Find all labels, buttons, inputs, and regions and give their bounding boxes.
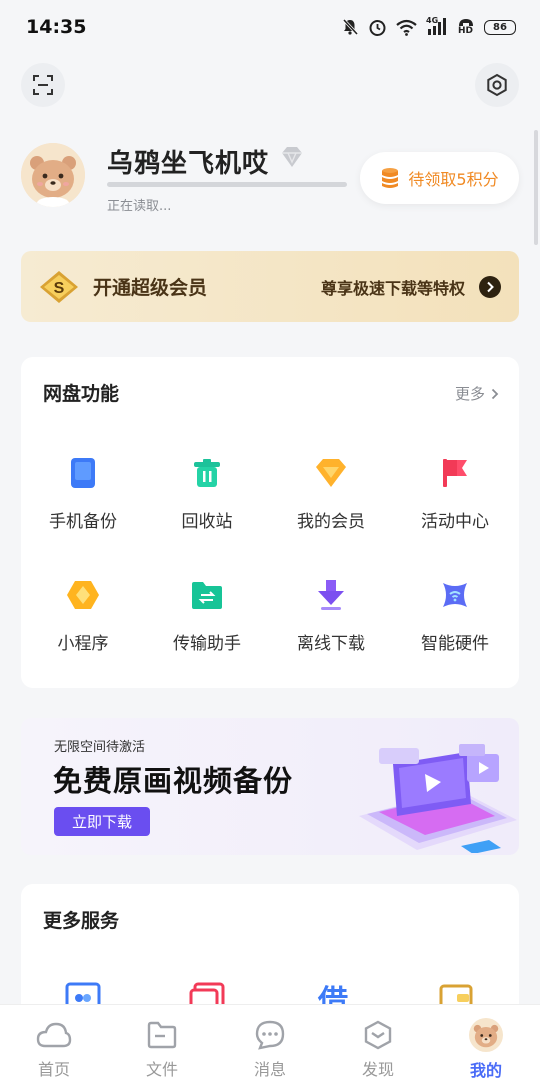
membership-icon <box>313 455 349 491</box>
claim-points-label: 待领取5积分 <box>408 170 499 189</box>
super-vip-badge-icon: S <box>40 270 78 303</box>
video-laptop-illustration-icon <box>359 744 517 853</box>
services-title: 更多服务 <box>43 910 120 932</box>
loading-status: 正在读取... <box>107 199 172 214</box>
tab-label: 消息 <box>253 1060 286 1079</box>
scan-button[interactable] <box>21 63 65 107</box>
mini-program-icon <box>65 577 101 613</box>
vip-arrow-icon <box>479 275 501 298</box>
cloud-icon <box>36 1019 72 1050</box>
claim-points-button[interactable]: 待领取5积分 <box>360 152 519 204</box>
status-icons: 4G HD 86 <box>341 16 516 37</box>
diamond-icon[interactable] <box>279 145 305 169</box>
feature-transfer-assistant[interactable]: 传输助手 <box>145 577 269 667</box>
tab-label: 首页 <box>37 1060 70 1079</box>
feature-label: 我的会员 <box>297 512 365 532</box>
gear-icon <box>487 73 507 97</box>
features-card: 网盘功能 更多 手机备份 回收站 我的会员 活动中心 小程序 传输助手 离线下载… <box>21 357 519 688</box>
promo-title: 免费原画视频备份 <box>53 764 294 798</box>
vip-banner[interactable]: S 开通超级会员 尊享极速下载等特权 <box>21 251 519 322</box>
feature-recycle-bin[interactable]: 回收站 <box>145 455 269 545</box>
feature-label: 离线下载 <box>297 634 365 654</box>
feature-membership[interactable]: 我的会员 <box>269 455 393 545</box>
tab-home[interactable]: 首页 <box>0 1005 108 1080</box>
signal-bars-icon <box>428 18 446 35</box>
feature-activity-center[interactable]: 活动中心 <box>393 455 517 545</box>
storage-progress-fill <box>107 182 347 187</box>
status-bar: 14:35 4G HD 86 <box>0 0 540 54</box>
feature-label: 传输助手 <box>173 634 241 654</box>
hd-label: HD <box>458 26 474 36</box>
feature-phone-backup[interactable]: 手机备份 <box>21 455 145 545</box>
chevron-right-icon <box>491 388 499 399</box>
username[interactable]: 乌鸦坐飞机哎 <box>107 143 269 180</box>
promo-subtitle: 无限空间待激活 <box>54 740 146 755</box>
wifi-icon <box>396 19 417 36</box>
recycle-bin-icon <box>189 455 225 491</box>
folder-icon <box>147 1019 177 1050</box>
vip-subtitle: 尊享极速下载等特权 <box>320 278 465 298</box>
mute-bell-icon <box>342 18 359 36</box>
more-label: 更多 <box>454 385 485 403</box>
feature-label: 回收站 <box>181 512 233 532</box>
discover-icon <box>363 1019 393 1050</box>
chevron-right-icon <box>487 281 494 292</box>
feature-label: 智能硬件 <box>421 634 489 654</box>
download-now-button[interactable]: 立即下载 <box>54 807 150 836</box>
settings-button[interactable] <box>475 63 519 107</box>
tab-me[interactable]: 我的 <box>432 1005 540 1080</box>
feature-label: 手机备份 <box>49 512 117 532</box>
phone-backup-icon <box>65 455 101 491</box>
feature-mini-program[interactable]: 小程序 <box>21 577 145 667</box>
tab-label: 文件 <box>145 1060 178 1079</box>
feature-smart-hardware[interactable]: 智能硬件 <box>393 577 517 667</box>
tab-messages[interactable]: 消息 <box>216 1005 324 1080</box>
feature-label: 活动中心 <box>421 512 489 532</box>
bottom-tab-bar: 首页 文件 消息 发现 我的 <box>0 1004 540 1080</box>
signal-indicator: 4G <box>426 16 448 36</box>
transfer-folder-icon <box>189 577 225 613</box>
features-title: 网盘功能 <box>43 383 120 405</box>
alarm-icon <box>369 19 386 36</box>
profile-section: 乌鸦坐飞机哎 正在读取... 待领取5积分 <box>21 143 519 214</box>
bear-avatar-icon <box>469 1018 503 1052</box>
bear-avatar-icon <box>21 143 85 207</box>
tab-discover[interactable]: 发现 <box>324 1005 432 1080</box>
feature-label: 小程序 <box>57 634 109 654</box>
download-arrow-icon <box>313 577 349 613</box>
smart-hardware-icon <box>437 577 473 613</box>
tab-label: 我的 <box>469 1061 502 1080</box>
svg-text:S: S <box>54 280 65 297</box>
feature-offline-download[interactable]: 离线下载 <box>269 577 393 667</box>
avatar[interactable] <box>21 143 85 207</box>
storage-progress-bar <box>107 182 347 187</box>
tab-label: 发现 <box>361 1060 394 1079</box>
video-backup-promo[interactable]: 无限空间待激活 免费原画视频备份 立即下载 <box>21 718 519 855</box>
flag-icon <box>437 455 473 491</box>
tab-files[interactable]: 文件 <box>108 1005 216 1080</box>
message-icon <box>255 1019 285 1050</box>
vip-title: 开通超级会员 <box>93 277 208 299</box>
features-more-link[interactable]: 更多 <box>455 383 499 404</box>
scan-icon <box>33 75 53 95</box>
scrollbar[interactable] <box>534 130 538 245</box>
battery-indicator: 86 <box>484 19 516 35</box>
hd-indicator: HD <box>457 18 475 36</box>
status-time: 14:35 <box>26 16 87 38</box>
coin-stack-icon <box>382 168 399 188</box>
